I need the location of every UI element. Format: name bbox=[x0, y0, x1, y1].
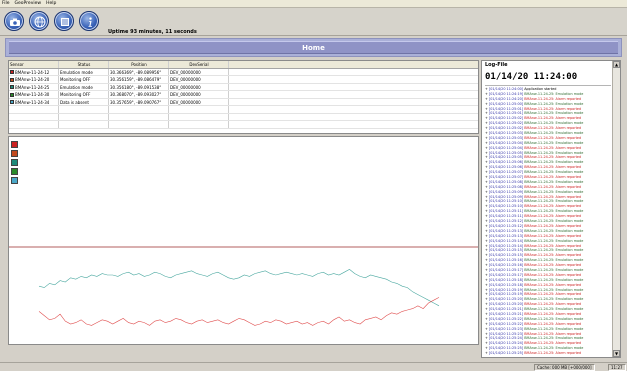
cache-status: Cache: 000 MB [+000/000] bbox=[534, 364, 595, 371]
camera-button[interactable] bbox=[4, 11, 24, 31]
series-line-2 bbox=[38, 297, 440, 326]
scroll-down-arrow[interactable]: ▼ bbox=[613, 350, 620, 357]
sensor-status: Data is absent bbox=[59, 98, 109, 105]
sensor-position: 30.366369°, -89.089956° bbox=[109, 68, 169, 75]
header-devserial[interactable]: DevSerial bbox=[169, 61, 229, 68]
series-line-1 bbox=[38, 269, 440, 307]
page-title: Home bbox=[9, 41, 618, 54]
scroll-up-arrow[interactable]: ▲ bbox=[613, 61, 620, 68]
sensor-color-checkbox[interactable] bbox=[10, 92, 14, 97]
sensor-color-checkbox[interactable] bbox=[10, 70, 14, 74]
menu-file[interactable]: File bbox=[2, 1, 10, 6]
list-button[interactable] bbox=[54, 11, 74, 31]
log-scrollbar[interactable]: ▲ ▼ bbox=[612, 61, 620, 357]
sensor-serial: DEV_00000000 bbox=[169, 68, 229, 75]
menu-help[interactable]: Help bbox=[46, 1, 56, 6]
sensor-name: BMAnw-11-24-25 bbox=[15, 84, 50, 90]
table-row[interactable]: BMAnw-11-24-25 Emulation mode 30.356180°… bbox=[9, 83, 478, 91]
sensor-serial: DEV_00000000 bbox=[169, 98, 229, 105]
sensor-chart bbox=[9, 246, 478, 326]
empty-row bbox=[9, 106, 478, 114]
sensor-position: 30.368070°, -89.093027° bbox=[109, 91, 169, 98]
sensor-position: 30.357659°, -89.090767° bbox=[109, 98, 169, 105]
sensor-color-checkbox[interactable] bbox=[10, 85, 14, 89]
log-datetime: 01/14/20 11:24:00 bbox=[485, 72, 578, 82]
sensor-serial: DEV_00000000 bbox=[169, 91, 229, 98]
uptime-label: Uptime 93 minutes, 11 seconds bbox=[108, 29, 197, 35]
log-panel: Log-File 01/14/20 11:24:00 + [01/14/20 1… bbox=[481, 60, 621, 358]
menu-bar: File GeoPreview Help bbox=[0, 0, 627, 8]
sensor-name: BMAnw-11-24-34 bbox=[15, 99, 50, 105]
clock: 11:27 bbox=[608, 364, 626, 371]
sensor-table: Sensor Status Position DevSerial BMAnw-1… bbox=[8, 60, 479, 134]
sensor-color-checkbox[interactable] bbox=[10, 77, 14, 82]
table-row[interactable]: BMAnw-11-24-12 Emulation mode 30.366369°… bbox=[9, 68, 478, 76]
status-bar: Cache: 000 MB [+000/000] 11:27 bbox=[0, 362, 627, 371]
toolbar: Uptime 93 minutes, 11 seconds bbox=[0, 8, 627, 36]
sensor-status: Emulation mode bbox=[59, 68, 109, 75]
table-row[interactable]: BMAnw-11-24-30 Monitoring OFF 30.368070°… bbox=[9, 91, 478, 99]
sensor-status: Monitoring OFF bbox=[59, 76, 109, 83]
header-filler bbox=[229, 61, 478, 68]
header-status[interactable]: Status bbox=[59, 61, 109, 68]
camera-icon bbox=[10, 18, 20, 26]
empty-row bbox=[9, 113, 478, 121]
globe-icon bbox=[34, 16, 46, 28]
log-list[interactable]: + [01/14/20 11:24:00] Application starte… bbox=[485, 87, 611, 356]
sensor-name: BMAnw-11-24-20 bbox=[15, 77, 50, 82]
sensor-serial: DEV_00000000 bbox=[169, 76, 229, 83]
sensor-status: Monitoring OFF bbox=[59, 91, 109, 98]
header-position[interactable]: Position bbox=[109, 61, 169, 68]
info-icon bbox=[88, 17, 92, 27]
sensor-color-checkbox[interactable] bbox=[10, 100, 14, 104]
sensor-position: 30.356159°, -89.086479° bbox=[109, 76, 169, 83]
log-entry: + [01/14/20 11:25:25] BMAnw-11-24-25: Al… bbox=[485, 351, 582, 356]
sensor-position: 30.356180°, -89.091538° bbox=[109, 83, 169, 90]
globe-button[interactable] bbox=[29, 11, 49, 31]
table-header: Sensor Status Position DevSerial bbox=[9, 61, 478, 69]
table-row[interactable]: BMAnw-11-24-20 Monitoring OFF 30.356159°… bbox=[9, 76, 478, 84]
sensor-name: BMAnw-11-24-30 bbox=[15, 92, 50, 97]
sensor-serial: DEV_00000000 bbox=[169, 83, 229, 90]
menu-geopreview[interactable]: GeoPreview bbox=[15, 1, 42, 6]
home-bar: Home bbox=[5, 38, 622, 57]
info-button[interactable] bbox=[79, 11, 99, 31]
header-sensor[interactable]: Sensor bbox=[9, 61, 59, 68]
sensor-chart-panel bbox=[8, 136, 479, 345]
log-title: Log-File bbox=[485, 62, 508, 68]
table-row[interactable]: BMAnw-11-24-34 Data is absent 30.357659°… bbox=[9, 98, 478, 106]
empty-row bbox=[9, 121, 478, 129]
divider bbox=[485, 85, 611, 86]
sensor-name: BMAnw-11-24-12 bbox=[15, 69, 50, 75]
sensor-status: Emulation mode bbox=[59, 83, 109, 90]
list-icon bbox=[61, 18, 69, 26]
